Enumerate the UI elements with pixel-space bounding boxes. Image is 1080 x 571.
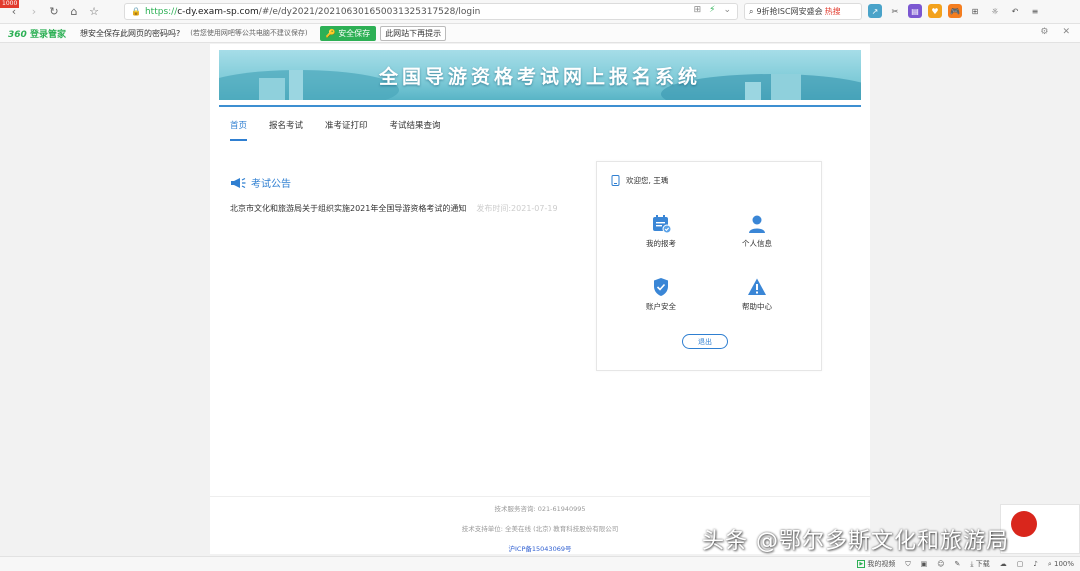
play-icon: ▶ [857,560,866,568]
user-panel: 欢迎您, 王瑀 我的报考 个人信息 账户安全 帮助中心 退出 [596,161,822,371]
zoom-control[interactable]: ⌕ 100% [1048,560,1074,569]
shield-icon[interactable]: ⛉ [905,560,910,569]
gear-icon[interactable]: ⚙ [1040,27,1048,37]
help-center-button[interactable]: 帮助中心 [722,277,792,312]
notice-time: 发布时间:2021-07-19 [476,204,558,213]
chevron-down-icon[interactable]: ⌄ [723,5,731,15]
password-infobar: 360 登录管家 想安全保存此网页的密码吗? (若您使用网吧等公共电脑不建议保存… [0,24,1080,43]
welcome-header: 欢迎您, 王瑀 [611,175,668,186]
main-nav: 首页 报名考试 准考证打印 考试结果查询 [230,119,441,141]
tab-home[interactable]: 首页 [230,119,248,141]
personal-info-button[interactable]: 个人信息 [722,214,792,249]
never-prompt-button[interactable]: 此网站下再提示 [380,25,447,41]
save-password-button[interactable]: 🔑 安全保存 [319,25,377,41]
apps-grid-icon[interactable]: ⊞ [968,4,982,18]
lock-icon: 🔒 [131,7,141,16]
url-host: c-dy.exam-sp.com [177,6,259,17]
banner-divider [219,105,861,107]
extension-icon[interactable]: 🎮 [948,4,962,18]
my-registration-button[interactable]: 我的报考 [626,214,696,249]
phone-icon [611,175,620,186]
flash-icon[interactable]: ⚡ [709,5,715,15]
extension-icons: ↗ ✂ ▤ ♥ 🎮 ⊞ ☼ ↶ ≡ [868,4,1042,18]
warning-icon [748,278,766,295]
tab-register-exam[interactable]: 报名考试 [269,119,303,141]
shield-check-icon [654,278,668,296]
brand-360: 360 登录管家 [8,29,66,40]
settings-sun-icon[interactable]: ☼ [988,4,1002,18]
extension-icon[interactable]: ↗ [868,4,882,18]
page-content: 全国导游资格考试网上报名系统 首页 报名考试 准考证打印 考试结果查询 考试公告… [210,44,870,554]
undo-icon[interactable]: ↶ [1008,4,1022,18]
logout-button[interactable]: 退出 [682,334,728,349]
search-input[interactable]: ⌕ 9折抢ISC网安盛会 热搜 [744,3,862,20]
watermark: 头条 @鄂尔多斯文化和旅游局 [702,529,1009,554]
my-video-button[interactable]: ▶ 我的视频 [857,559,895,569]
grid-icon[interactable]: ⊞ [694,5,702,15]
account-security-button[interactable]: 账户安全 [626,277,696,312]
bookmark-star-icon[interactable]: ☆ [84,2,104,22]
download-button[interactable]: ⤓ 下载 [970,559,989,569]
infobar-note: (若您使用网吧等公共电脑不建议保存) [190,29,308,37]
list-item[interactable]: 北京市文化和旅游局关于组织实施2021年全国导游资格考试的通知 发布时间:202… [230,203,558,214]
search-icon: ⌕ [749,6,754,16]
hot-search-label: 热搜 [824,7,841,16]
box-icon[interactable]: ▢ [1017,560,1024,568]
browser-toolbar: 1000 ‹ › ↻ ⌂ ☆ 🔒 https:// c-dy.exam-sp.c… [0,0,1080,24]
brush-icon[interactable]: ✎ [955,560,961,568]
corner-badge: 1000 [0,0,20,8]
infobar-question: 想安全保存此网页的密码吗? [79,28,181,38]
site-title: 全国导游资格考试网上报名系统 [378,65,701,88]
home-button[interactable]: ⌂ [64,2,84,22]
tab-admission-ticket[interactable]: 准考证打印 [325,119,368,141]
url-protocol: https:// [144,6,178,17]
search-text: 9折抢ISC网安盛会 [756,7,823,16]
speaker-icon[interactable]: ♪ [1033,560,1037,568]
notice-title[interactable]: 北京市文化和旅游局关于组织实施2021年全国导游资格考试的通知 [230,203,466,214]
news-logo-icon [1011,511,1037,537]
news-widget[interactable] [1000,504,1080,554]
address-bar[interactable]: 🔒 https:// c-dy.exam-sp.com /#/e/dy2021/… [124,3,738,20]
notice-heading: 考试公告 [230,175,291,190]
megaphone-icon [231,177,246,188]
extension-icon[interactable]: ♥ [928,4,942,18]
cloud-icon[interactable]: ☁ [1000,560,1007,568]
close-icon[interactable]: ✕ [1062,27,1070,37]
forward-button[interactable]: › [24,2,44,22]
image-icon[interactable]: ▣ [921,560,928,568]
calendar-check-icon [653,215,671,234]
site-banner: 全国导游资格考试网上报名系统 [219,50,861,100]
url-path: /#/e/dy2021/2021063016500313253175​28/lo… [258,6,481,17]
menu-icon[interactable]: ≡ [1028,4,1042,18]
tab-result-query[interactable]: 考试结果查询 [390,119,441,141]
scissors-icon[interactable]: ✂ [888,4,902,18]
browser-statusbar: ▶ 我的视频 ⛉ ▣ ☺ ✎ ⤓ 下载 ☁ ▢ ♪ ⌕ 100% [0,556,1080,571]
footer-hotline: 技术服务咨询: 021-61940995 [494,505,586,513]
refresh-button[interactable]: ↻ [44,2,64,22]
user-icon [749,215,765,233]
smile-icon[interactable]: ☺ [937,560,944,568]
extension-icon[interactable]: ▤ [908,4,922,18]
